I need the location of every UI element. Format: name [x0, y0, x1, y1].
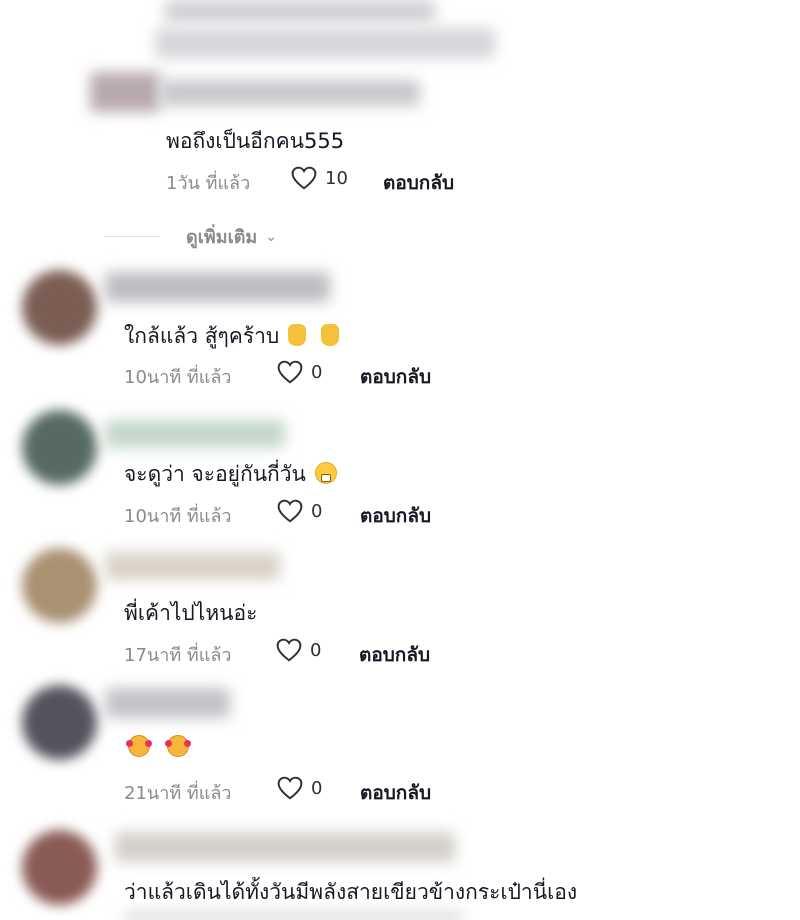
comment-text: จะดูว่า จะอยู่กันกี่วัน: [124, 458, 337, 491]
heart-icon: [291, 166, 317, 190]
heart-icon: [277, 499, 303, 523]
like-count: 0: [311, 361, 323, 383]
blurred-username: [105, 552, 280, 580]
comment-text: พี่เค้าไปไหนอ่ะ: [124, 601, 258, 625]
reply-button[interactable]: ตอบกลับ: [360, 362, 431, 392]
blurred-username: [105, 420, 285, 448]
reply-button[interactable]: ตอบกลับ: [360, 778, 431, 808]
blurred-avatar: [90, 72, 160, 112]
comment-timestamp: 21นาที ที่แล้ว: [124, 783, 232, 804]
chevron-down-icon: ⌄: [265, 228, 278, 245]
heart-icon: [277, 360, 303, 384]
like-count: 0: [310, 639, 322, 661]
heart-icon: [277, 776, 303, 800]
blurred-username: [105, 272, 330, 302]
blurred-username: [160, 80, 420, 106]
comment-text-content: ใกล้แล้ว สู้ๆคร้าบ: [124, 324, 280, 348]
see-more-label: ดูเพิ่มเติม: [186, 227, 258, 248]
like-button[interactable]: 0: [277, 360, 322, 384]
comment-timestamp: 17นาที ที่แล้ว: [124, 645, 232, 666]
comment-text-content: จะดูว่า จะอยู่กันกี่วัน: [124, 462, 306, 486]
avatar[interactable]: [22, 270, 97, 345]
like-count: 10: [325, 167, 348, 189]
avatar[interactable]: [22, 410, 97, 485]
avatar[interactable]: [22, 548, 97, 623]
comment-text: พอถึงเป็นอีกคน555: [166, 129, 345, 153]
comment-timestamp: 10นาที ที่แล้ว: [124, 367, 232, 388]
smiling-face-with-hearts-icon: [164, 735, 191, 757]
blurred-text: [155, 28, 495, 58]
comment-text: ใกล้แล้ว สู้ๆคร้าบ: [124, 320, 339, 353]
divider: [104, 236, 160, 237]
like-count: 0: [311, 500, 323, 522]
like-button[interactable]: 0: [276, 638, 321, 662]
heart-icon: [276, 638, 302, 662]
avatar[interactable]: [22, 685, 97, 760]
smiling-face-with-hearts-icon: [126, 735, 152, 757]
like-button[interactable]: 10: [291, 166, 348, 190]
grinning-face-icon: [314, 462, 337, 484]
reply-button[interactable]: ตอบกลับ: [383, 168, 454, 198]
blurred-comment-meta: [124, 912, 464, 920]
victory-hand-icon: [320, 324, 339, 346]
blurred-username: [105, 688, 230, 718]
see-more-button[interactable]: ดูเพิ่มเติม ⌄: [104, 222, 277, 251]
like-count: 0: [311, 777, 323, 799]
victory-hand-icon: [287, 324, 306, 346]
comment-timestamp: 10นาที ที่แล้ว: [124, 506, 232, 527]
comment-timestamp: 1วัน ที่แล้ว: [166, 173, 251, 194]
like-button[interactable]: 0: [277, 499, 322, 523]
comment-text: [124, 735, 191, 759]
avatar[interactable]: [22, 830, 97, 905]
reply-button[interactable]: ตอบกลับ: [360, 501, 431, 531]
blurred-username: [115, 832, 455, 862]
reply-button[interactable]: ตอบกลับ: [359, 640, 430, 670]
blurred-text: [165, 0, 435, 22]
comment-text: ว่าแล้วเดินได้ทั้งวันมีพลังสายเขียวข้างก…: [124, 880, 578, 904]
like-button[interactable]: 0: [277, 776, 322, 800]
